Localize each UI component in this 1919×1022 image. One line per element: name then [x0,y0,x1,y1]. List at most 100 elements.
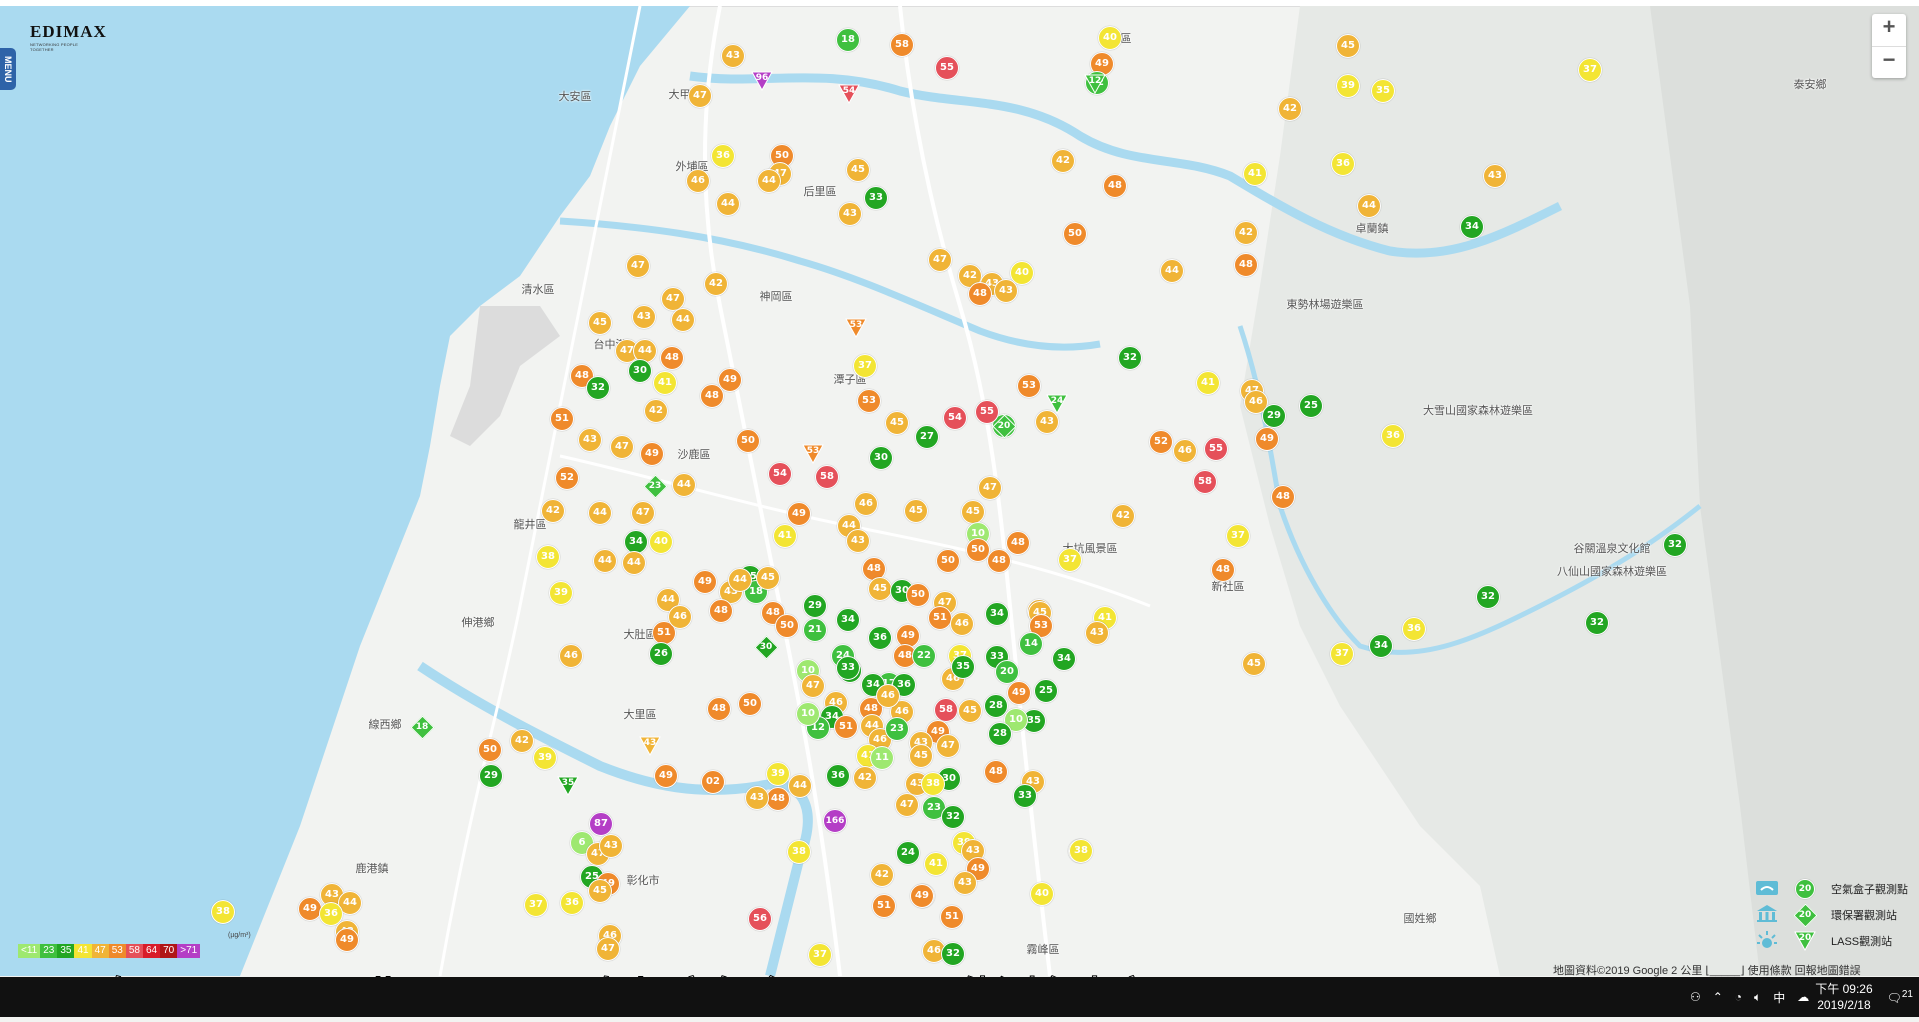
airbox-marker[interactable]: 58 [815,465,839,489]
airbox-marker[interactable]: 34 [836,608,860,632]
airbox-marker[interactable]: 48 [1234,253,1258,277]
airbox-marker[interactable]: 11 [870,746,894,770]
airbox-marker[interactable]: 40 [1098,26,1122,50]
airbox-marker[interactable]: 48 [1211,558,1235,582]
airbox-marker[interactable]: 26 [649,642,673,666]
menu-button[interactable]: MENU [0,48,16,90]
airbox-marker[interactable]: 46 [876,684,900,708]
airbox-marker[interactable]: 36 [711,144,735,168]
airbox-marker[interactable]: 47 [626,254,650,278]
airbox-marker[interactable]: 10 [796,702,820,726]
airbox-marker[interactable]: 45 [958,699,982,723]
airbox-marker[interactable]: 44 [593,549,617,573]
lass-station-marker[interactable]: 96 [751,71,773,91]
taskbar-clock[interactable]: 下午 09:26 2019/2/18 [1815,981,1872,1013]
airbox-marker[interactable]: 48 [987,549,1011,573]
airbox-marker[interactable]: 52 [555,466,579,490]
airbox-marker[interactable]: 48 [1006,531,1030,555]
airbox-marker[interactable]: 47 [936,734,960,758]
airbox-marker[interactable]: 32 [941,942,965,966]
airbox-marker[interactable]: 30 [628,359,652,383]
airbox-marker[interactable]: 46 [854,492,878,516]
airbox-marker[interactable]: 45 [909,744,933,768]
airbox-marker[interactable]: 36 [1402,617,1426,641]
zoom-out-button[interactable]: − [1872,47,1906,79]
airbox-marker[interactable]: 43 [745,786,769,810]
airbox-marker[interactable]: 51 [872,894,896,918]
airbox-marker[interactable]: 33 [836,656,860,680]
airbox-marker[interactable]: 38 [536,545,560,569]
notification-center-icon[interactable]: 🗨︎21 [1887,989,1913,1005]
lass-station-marker[interactable]: 24 [1046,394,1068,414]
airbox-marker[interactable]: 48 [700,384,724,408]
airbox-marker[interactable]: 47 [895,793,919,817]
airbox-marker[interactable]: 49 [910,884,934,908]
airbox-marker[interactable]: 43 [953,871,977,895]
airbox-marker[interactable]: 42 [1111,504,1135,528]
airbox-marker[interactable]: 39 [1336,74,1360,98]
airbox-marker[interactable]: 37 [524,893,548,917]
airbox-marker[interactable]: 45 [868,577,892,601]
airbox-marker[interactable]: 42 [870,863,894,887]
airbox-marker[interactable]: 48 [707,697,731,721]
airbox-marker[interactable]: 34 [1369,634,1393,658]
airbox-marker[interactable]: 29 [1262,404,1286,428]
airbox-marker[interactable]: 36 [560,891,584,915]
airbox-marker[interactable]: 44 [728,568,752,592]
airbox-marker[interactable]: 43 [578,428,602,452]
airbox-marker[interactable]: 43 [994,279,1018,303]
airbox-marker[interactable]: 46 [1173,439,1197,463]
airbox-marker[interactable]: 41 [924,852,948,876]
airbox-marker[interactable]: 58 [934,698,958,722]
airbox-marker[interactable]: 50 [1063,222,1087,246]
airbox-marker[interactable]: 166 [823,809,847,833]
airbox-marker[interactable]: 36 [1381,424,1405,448]
airbox-marker[interactable]: 36 [1331,152,1355,176]
airbox-marker[interactable]: 38 [1069,839,1093,863]
airbox-marker[interactable]: 39 [533,746,557,770]
airbox-marker[interactable]: 28 [988,722,1012,746]
airbox-marker[interactable]: 58 [890,33,914,57]
airbox-marker[interactable]: 25 [1299,394,1323,418]
airbox-marker[interactable]: 33 [1013,784,1037,808]
epa-station-marker[interactable]: 18 [410,715,435,740]
airbox-marker[interactable]: 55 [935,56,959,80]
airbox-marker[interactable]: 22 [912,644,936,668]
airbox-marker[interactable]: 41 [1243,162,1267,186]
lass-station-marker[interactable]: 53 [845,318,867,338]
airbox-marker[interactable]: 49 [654,764,678,788]
airbox-marker[interactable]: 58 [1193,470,1217,494]
airbox-marker[interactable]: 55 [1204,437,1228,461]
airbox-marker[interactable]: 42 [704,272,728,296]
airbox-marker[interactable]: 43 [632,305,656,329]
airbox-marker[interactable]: 48 [709,599,733,623]
lass-station-marker[interactable]: 35 [557,776,579,796]
airbox-marker[interactable]: 45 [588,311,612,335]
airbox-marker[interactable]: 34 [1460,215,1484,239]
airbox-marker[interactable]: 48 [1271,485,1295,509]
airbox-marker[interactable]: 37 [853,354,877,378]
airbox-marker[interactable]: 45 [588,879,612,903]
airbox-marker[interactable]: 37 [1330,642,1354,666]
airbox-marker[interactable]: 48 [660,346,684,370]
airbox-marker[interactable]: 46 [686,169,710,193]
airbox-marker[interactable]: 44 [671,308,695,332]
airbox-marker[interactable]: 43 [1085,621,1109,645]
airbox-marker[interactable]: 25 [1034,679,1058,703]
airbox-marker[interactable]: 34 [1052,647,1076,671]
airbox-marker[interactable]: 49 [787,502,811,526]
zoom-in-button[interactable]: + [1872,14,1906,47]
airbox-marker[interactable]: 53 [1017,374,1041,398]
airbox-marker[interactable]: 29 [803,594,827,618]
airbox-marker[interactable]: 40 [1030,882,1054,906]
airbox-marker[interactable]: 87 [589,812,613,836]
airbox-marker[interactable]: 50 [736,429,760,453]
airbox-marker[interactable]: 41 [773,524,797,548]
airbox-marker[interactable]: 38 [921,772,945,796]
airbox-marker[interactable]: 47 [928,248,952,272]
airbox-marker[interactable]: 30 [869,446,893,470]
airbox-marker[interactable]: 02 [701,770,725,794]
map-credits[interactable]: 地圖資料©2019 Google 2 公里 ⌊_____⌋ 使用條款 回報地圖錯… [1553,962,1861,978]
airbox-marker[interactable]: 37 [1058,548,1082,572]
airbox-marker[interactable]: 51 [928,606,952,630]
